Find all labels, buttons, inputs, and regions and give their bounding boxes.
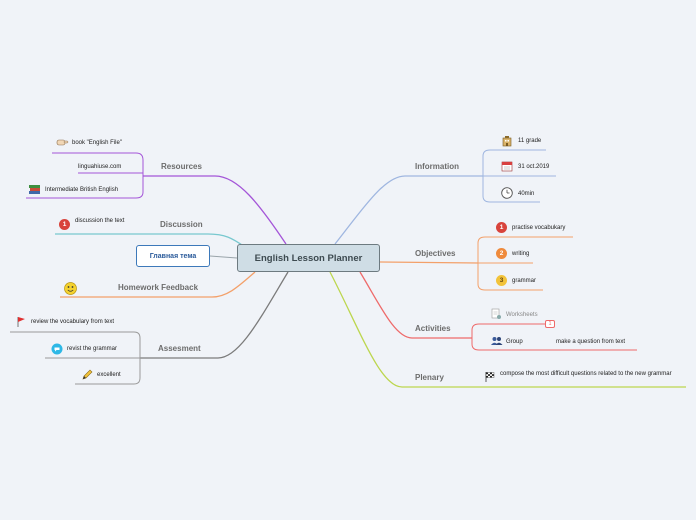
assesment-item-excellent[interactable]: excellent — [97, 372, 121, 379]
info-item-time[interactable]: 40min — [518, 191, 534, 198]
hand-pointer-icon — [56, 138, 69, 147]
building-icon — [501, 135, 513, 147]
objective-item-vocabulary[interactable]: practise vocabukary — [512, 225, 565, 232]
branch-activities[interactable]: Activities — [415, 324, 451, 333]
objective-item-grammar[interactable]: grammar — [512, 278, 536, 285]
floating-topic[interactable]: Главная тема — [136, 245, 210, 267]
central-topic[interactable]: English Lesson Planner — [237, 244, 380, 272]
priority-3-icon: 3 — [496, 275, 507, 286]
people-icon — [490, 335, 503, 347]
activity-item-worksheets[interactable]: Worksheets — [506, 312, 538, 319]
clock-icon — [501, 187, 513, 199]
activity-group-child[interactable]: make a question from text — [556, 339, 625, 346]
speech-bubble-icon — [51, 343, 63, 355]
priority-1-icon: 1 — [496, 222, 507, 233]
activity-item-group[interactable]: Group — [506, 339, 523, 346]
info-item-date[interactable]: 31 oct.2019 — [518, 164, 549, 171]
priority-1-icon: 1 — [59, 219, 70, 230]
branch-information[interactable]: Information — [415, 162, 459, 171]
priority-2-icon: 2 — [496, 248, 507, 259]
plenary-item[interactable]: compose the most difficult questions rel… — [500, 371, 680, 378]
document-icon — [490, 308, 502, 320]
books-icon — [28, 183, 41, 195]
branch-discussion[interactable]: Discussion — [160, 220, 203, 229]
branch-plenary[interactable]: Plenary — [415, 373, 444, 382]
calendar-icon — [501, 160, 513, 172]
pencil-icon — [81, 369, 93, 381]
checkered-flag-icon — [484, 371, 496, 383]
assesment-item-review[interactable]: review the vocabulary from text — [31, 319, 114, 326]
branch-homework-feedback[interactable]: Homework Feedback — [118, 283, 198, 292]
red-flag-icon — [16, 316, 26, 328]
resource-item-book[interactable]: book "English File" — [72, 140, 122, 147]
resource-item-intermediate[interactable]: Intermediate British English — [45, 187, 118, 194]
callout-badge[interactable]: 1 — [545, 320, 555, 328]
objective-item-writing[interactable]: writing — [512, 251, 529, 258]
assesment-item-revist[interactable]: revist the grammar — [67, 346, 117, 353]
branch-assesment[interactable]: Assesment — [158, 344, 201, 353]
resource-item-website[interactable]: linguahiuse.com — [78, 164, 121, 171]
branch-resources[interactable]: Resources — [161, 162, 202, 171]
smiley-icon — [64, 282, 77, 295]
discussion-item[interactable]: discussion the text — [75, 218, 125, 225]
branch-objectives[interactable]: Objectives — [415, 249, 455, 258]
info-item-grade[interactable]: 11 grade — [518, 138, 541, 145]
